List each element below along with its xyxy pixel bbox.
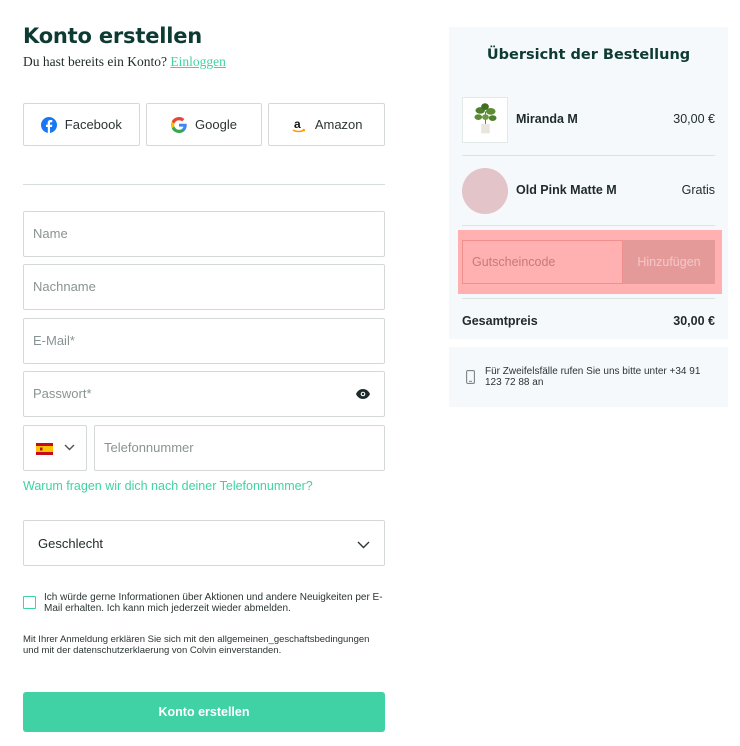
item-name: Old Pink Matte M bbox=[516, 183, 617, 197]
gender-select[interactable]: Geschlecht bbox=[23, 520, 385, 566]
social-login-row: Facebook Google a Amazon bbox=[23, 103, 386, 146]
newsletter-label: Ich würde gerne Informationen über Aktio… bbox=[44, 592, 383, 614]
item-price: Gratis bbox=[681, 183, 715, 197]
item-price: 30,00 € bbox=[673, 112, 715, 126]
svg-text:a: a bbox=[294, 117, 301, 131]
facebook-label: Facebook bbox=[64, 117, 122, 132]
phone-field[interactable]: Telefonnummer bbox=[94, 425, 385, 471]
divider bbox=[23, 184, 385, 185]
list-item: Old Pink Matte M Gratis bbox=[462, 168, 715, 214]
add-coupon-button[interactable]: Hinzufügen bbox=[623, 240, 715, 284]
coupon-section: Gutscheincode Hinzufügen bbox=[458, 230, 722, 294]
list-item: Miranda M 30,00 € bbox=[462, 97, 715, 143]
phone-placeholder: Telefonnummer bbox=[104, 440, 194, 455]
login-prompt: Du hast bereits ein Konto? Einloggen bbox=[23, 54, 385, 70]
amazon-login-button[interactable]: a Amazon bbox=[268, 103, 386, 146]
email-field[interactable]: E-Mail* bbox=[23, 318, 385, 364]
total-value: 30,00 € bbox=[673, 314, 715, 328]
page-title: Konto erstellen bbox=[23, 24, 203, 48]
login-prompt-text: Du hast bereits ein Konto? bbox=[23, 54, 167, 69]
amazon-label: Amazon bbox=[314, 117, 363, 132]
google-label: Google bbox=[195, 117, 237, 132]
facebook-login-button[interactable]: Facebook bbox=[23, 103, 140, 146]
name-field[interactable]: Name bbox=[23, 211, 385, 257]
divider bbox=[462, 225, 715, 226]
phone-why-link[interactable]: Warum fragen wir dich nach deiner Telefo… bbox=[23, 479, 313, 493]
order-summary: Übersicht der Bestellung Miranda M 30,00… bbox=[449, 27, 728, 339]
password-placeholder: Passwort* bbox=[33, 386, 92, 401]
summary-title: Übersicht der Bestellung bbox=[486, 47, 691, 63]
create-account-button[interactable]: Konto erstellen bbox=[23, 692, 385, 732]
facebook-icon bbox=[40, 116, 57, 133]
pot-color-swatch bbox=[462, 168, 508, 214]
signup-form: Konto erstellen Du hast bereits ein Kont… bbox=[23, 24, 386, 732]
lastname-field[interactable]: Nachname bbox=[23, 264, 385, 310]
eye-icon[interactable] bbox=[356, 389, 370, 399]
lastname-placeholder: Nachname bbox=[33, 279, 96, 294]
item-name: Miranda M bbox=[516, 112, 578, 126]
password-field[interactable]: Passwort* bbox=[23, 371, 385, 417]
google-login-button[interactable]: Google bbox=[145, 103, 263, 146]
chevron-down-icon bbox=[357, 541, 370, 549]
google-icon bbox=[171, 116, 187, 133]
legal-notice: Mit Ihrer Anmeldung erklären Sie sich mi… bbox=[23, 634, 370, 656]
coupon-placeholder: Gutscheincode bbox=[472, 255, 556, 269]
country-code-select[interactable] bbox=[23, 425, 87, 471]
name-placeholder: Name bbox=[33, 226, 68, 241]
plant-thumbnail bbox=[462, 97, 508, 143]
plant-image bbox=[474, 103, 497, 134]
gender-value: Geschlecht bbox=[38, 536, 104, 551]
email-placeholder: E-Mail* bbox=[33, 333, 75, 348]
coupon-input[interactable]: Gutscheincode bbox=[462, 240, 623, 284]
divider bbox=[462, 155, 715, 156]
login-link[interactable]: Einloggen bbox=[170, 54, 226, 69]
divider bbox=[462, 298, 715, 299]
total-label: Gesamtpreis bbox=[462, 314, 538, 328]
spain-flag-icon bbox=[36, 443, 53, 455]
chevron-down-icon bbox=[64, 444, 75, 451]
phone-icon bbox=[466, 370, 475, 384]
newsletter-checkbox[interactable] bbox=[23, 596, 36, 609]
help-text: Für Zweifelsfälle rufen Sie uns bitte un… bbox=[485, 366, 701, 388]
amazon-icon: a bbox=[292, 117, 306, 132]
help-box: Für Zweifelsfälle rufen Sie uns bitte un… bbox=[449, 347, 728, 407]
